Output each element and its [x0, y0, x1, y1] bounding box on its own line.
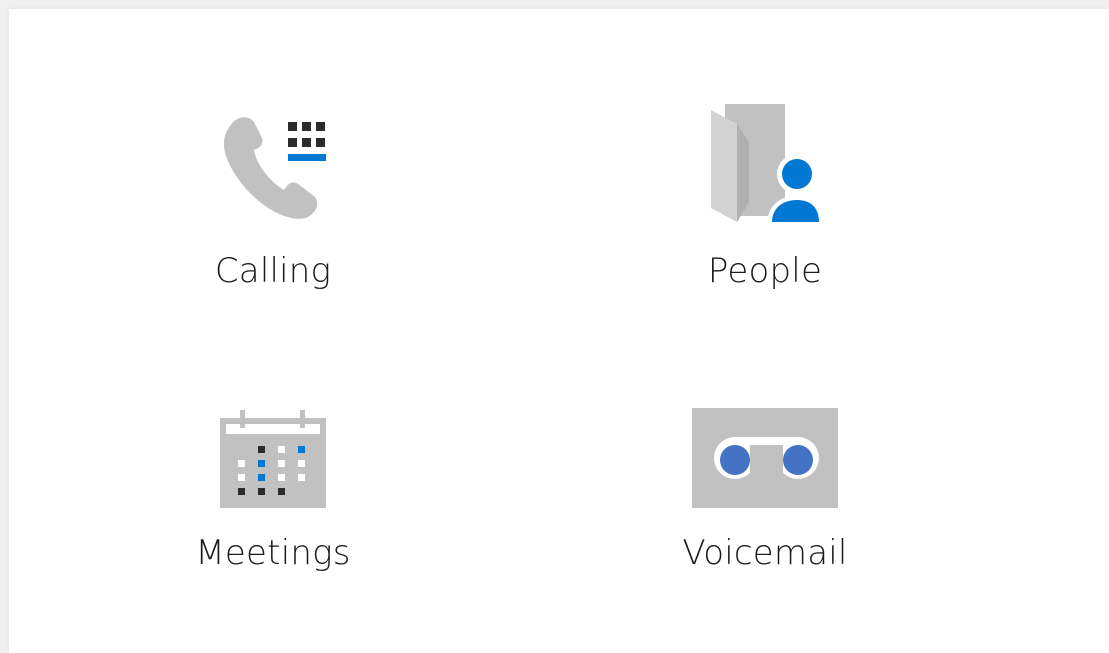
calling-tile[interactable]: Calling	[143, 99, 403, 319]
calendar-icon	[143, 393, 403, 523]
people-label: People	[707, 251, 823, 291]
voicemail-label: Voicemail	[682, 533, 848, 573]
people-tile[interactable]: People	[635, 99, 895, 319]
meetings-tile[interactable]: Meetings	[143, 393, 403, 613]
contacts-book-icon	[635, 99, 895, 229]
calling-label: Calling	[214, 251, 332, 291]
voicemail-tile[interactable]: Voicemail	[635, 393, 895, 613]
meetings-label: Meetings	[195, 533, 351, 573]
voicemail-icon	[635, 393, 895, 523]
phone-dialpad-icon	[143, 99, 403, 229]
app-panel: Calling People Meetings Voicemail	[9, 9, 1109, 653]
